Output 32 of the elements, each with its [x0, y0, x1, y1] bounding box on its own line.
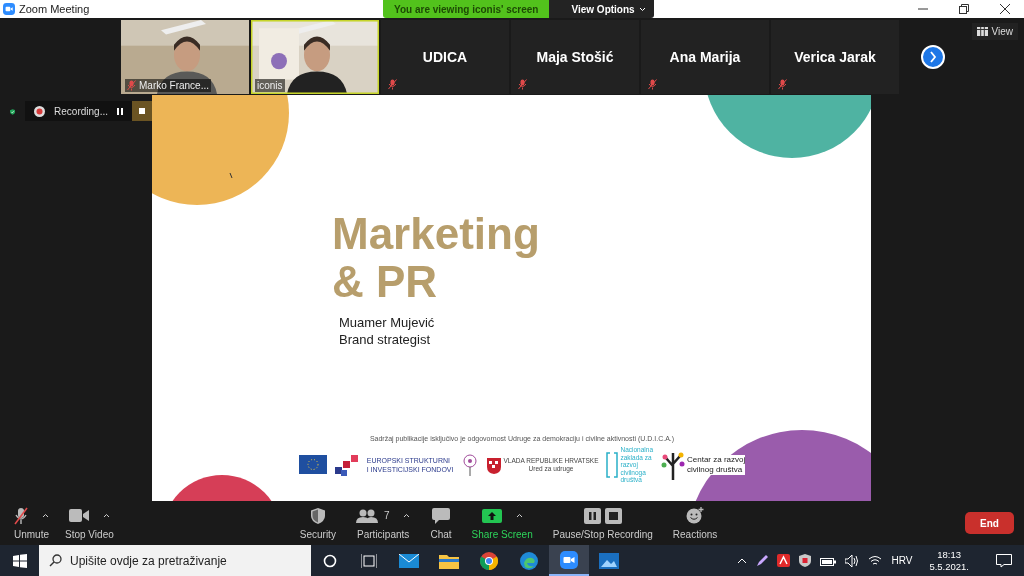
logo-text: Centar za razvoj — [687, 454, 746, 465]
view-options-button[interactable]: View Options — [549, 0, 654, 18]
clock-time: 18:13 — [937, 548, 962, 561]
end-button[interactable]: End — [965, 512, 1014, 534]
viewing-banner: You are viewing iconis' screen — [383, 0, 550, 18]
toolbar-button[interactable]: Reactions — [668, 506, 722, 540]
recording-label: Recording... — [54, 105, 108, 117]
slide-subtitle: Brand strategist — [339, 331, 432, 348]
taskbar-search-field[interactable]: Upišite ovdje za pretraživanje — [39, 545, 311, 576]
view-button[interactable]: View — [971, 23, 1018, 40]
window-title: Zoom Meeting — [19, 3, 90, 15]
logo-text: civilnog društva — [687, 464, 744, 475]
toolbar-button[interactable]: Security — [295, 506, 340, 540]
stop-video-button[interactable]: Stop Video — [61, 506, 118, 540]
participant-name: Maja Stošić — [536, 48, 614, 65]
unmute-button[interactable]: Unmute — [10, 506, 53, 540]
slide-title: Marketing — [332, 210, 540, 258]
toolbar-button[interactable]: 7 Participants — [351, 506, 415, 540]
clock-date: 5.5.2021. — [929, 560, 969, 573]
participant-name: UDICA — [422, 48, 468, 65]
slide-title: & PR — [332, 258, 438, 306]
toolbar-button[interactable]: Chat — [426, 506, 456, 540]
toolbar-button[interactable]: Share Screen — [467, 506, 537, 540]
participant-count: 7 — [383, 510, 390, 521]
clock[interactable]: 18:13 5.5.2021. — [929, 548, 969, 573]
participant-name: Verica Jarak — [794, 48, 876, 65]
language-indicator[interactable]: HRV — [891, 555, 913, 566]
participant-name: Ana Marija — [669, 48, 741, 65]
slide-subtitle: Muamer Mujević — [339, 314, 436, 331]
toolbar-button[interactable]: Pause/Stop Recording — [548, 506, 657, 540]
participant-name: Marko France... — [139, 79, 210, 91]
participant-name: iconis — [257, 79, 283, 91]
